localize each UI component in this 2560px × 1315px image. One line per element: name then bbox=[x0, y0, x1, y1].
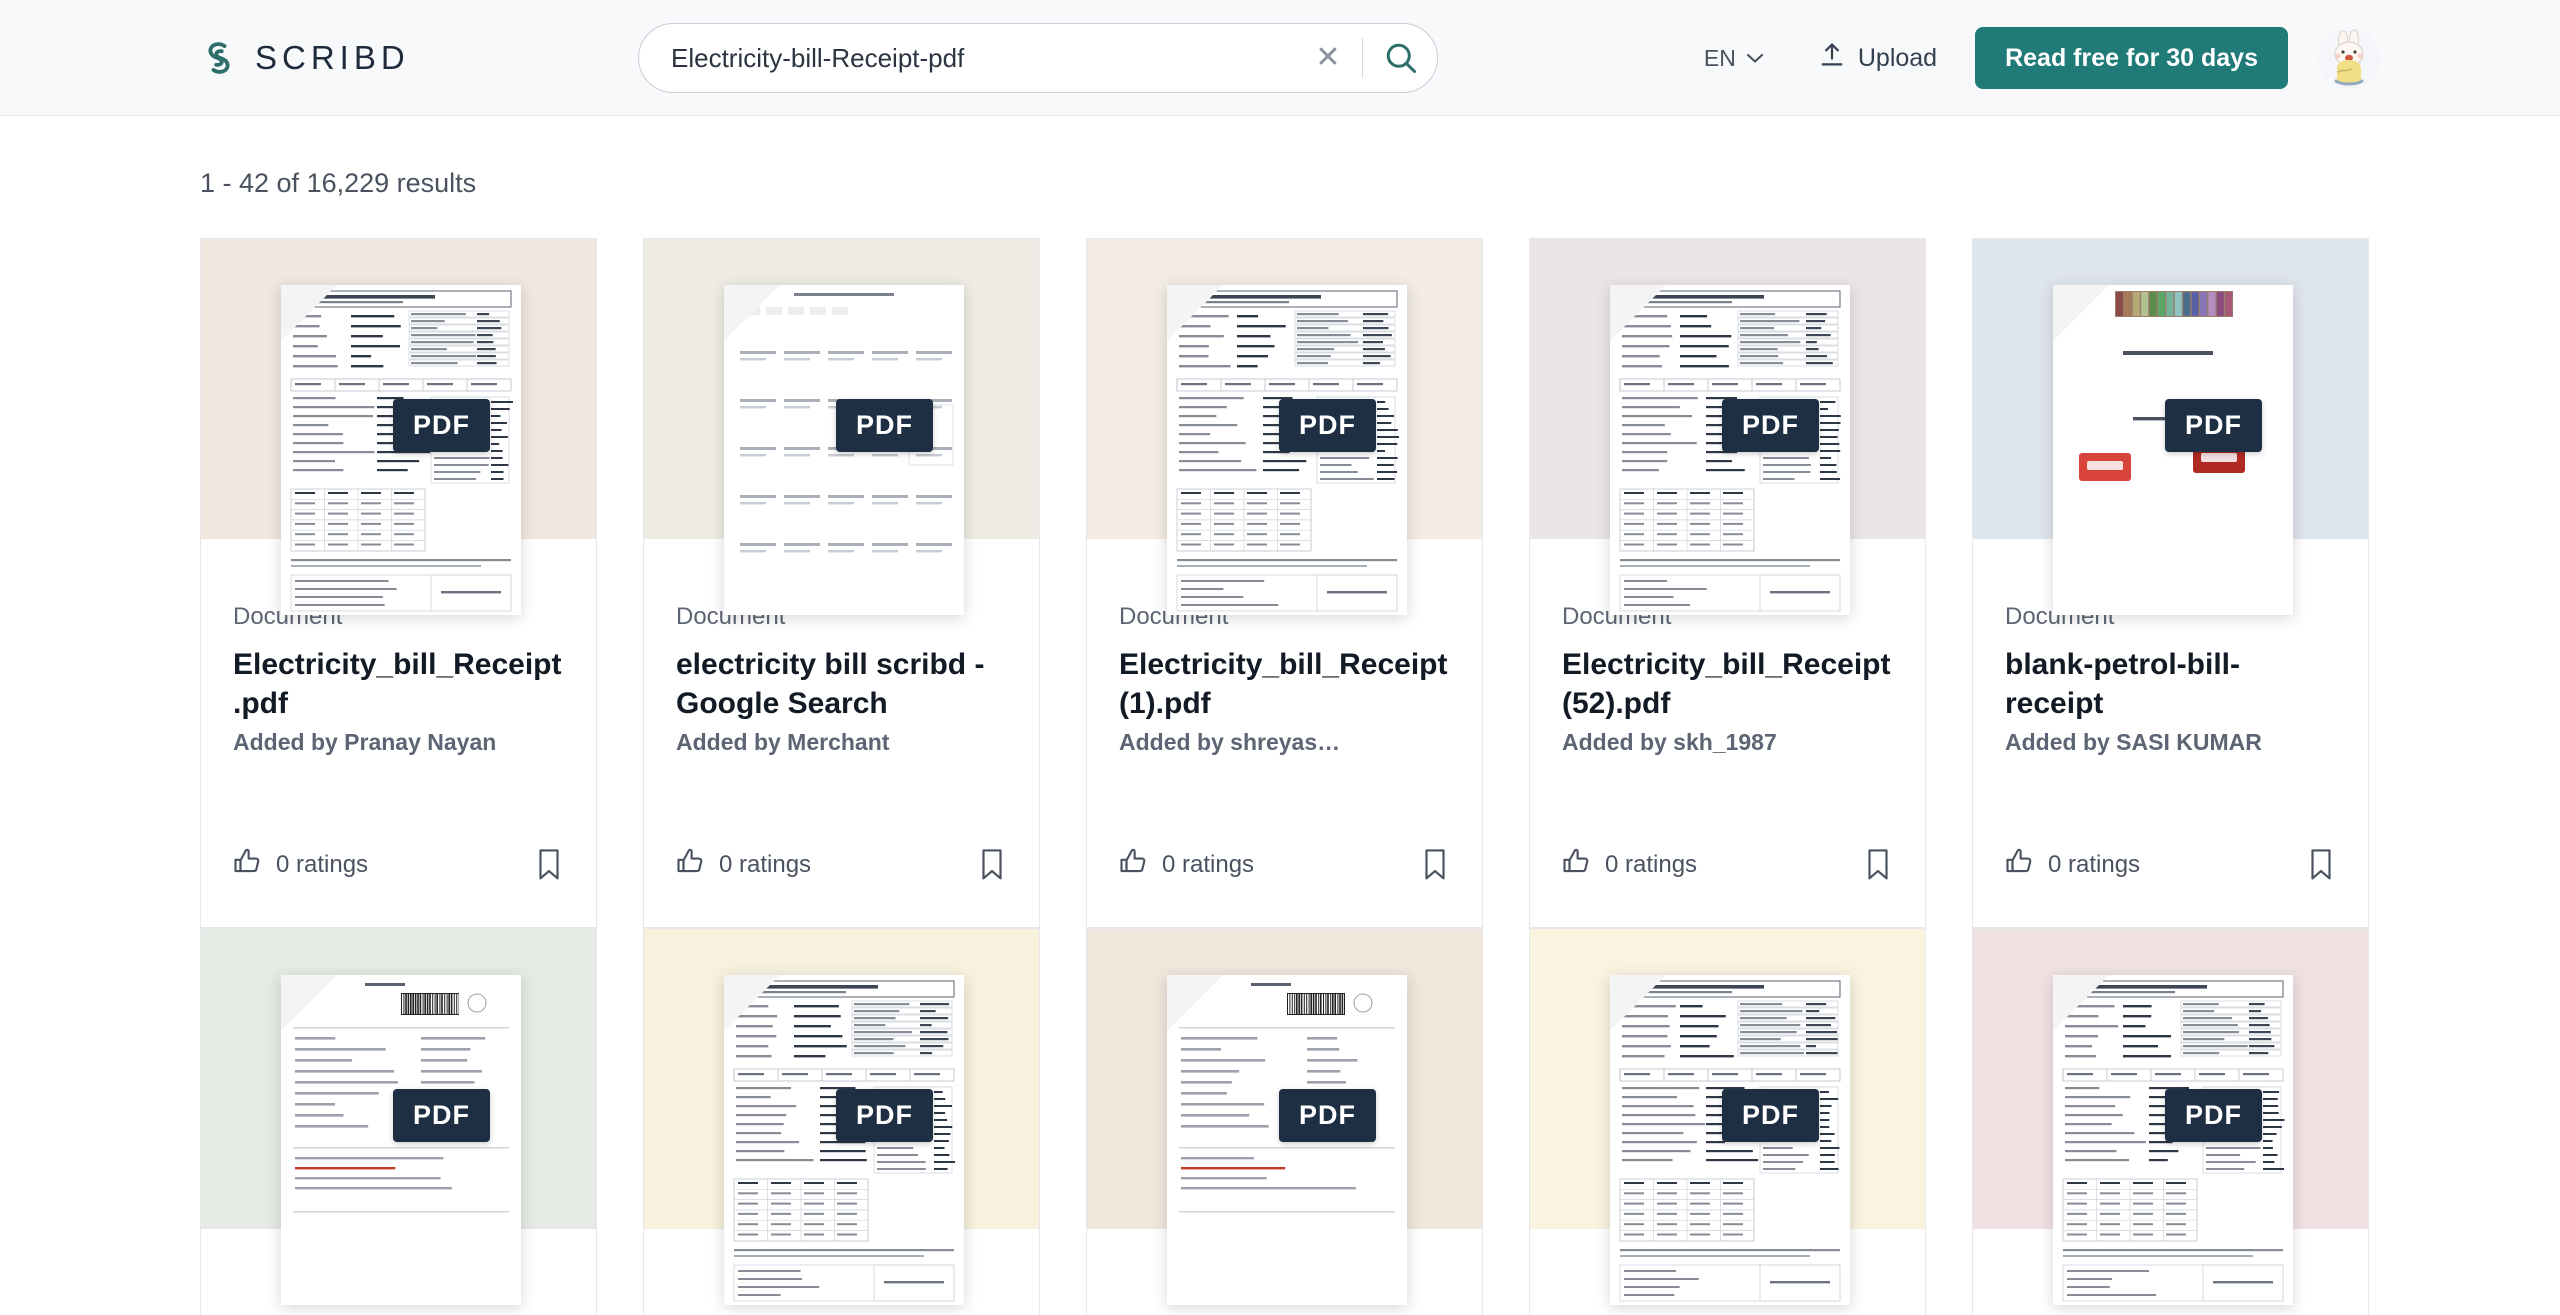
pdf-format-badge: PDF bbox=[1279, 1089, 1376, 1142]
bookmark-icon[interactable] bbox=[1863, 848, 1893, 882]
ratings-count: 0 ratings bbox=[1605, 850, 1698, 878]
result-card[interactable]: PDF bbox=[643, 928, 1040, 1315]
ratings-count: 0 ratings bbox=[2048, 850, 2141, 878]
document-thumbnail[interactable]: PDF bbox=[644, 929, 1039, 1305]
page-fold-corner bbox=[281, 975, 337, 1031]
pdf-format-badge: PDF bbox=[1279, 399, 1376, 452]
ratings-count: 0 ratings bbox=[276, 850, 369, 878]
pdf-format-badge: PDF bbox=[2165, 399, 2262, 452]
ratings-count: 0 ratings bbox=[719, 850, 812, 878]
document-thumbnail[interactable]: PDF bbox=[644, 239, 1039, 615]
close-icon[interactable]: ✕ bbox=[1306, 36, 1350, 80]
scribd-logo[interactable]: SCRIBD bbox=[197, 36, 410, 80]
pdf-format-badge: PDF bbox=[1722, 1089, 1819, 1142]
search-bar[interactable]: ✕ bbox=[638, 23, 1438, 93]
card-footer: 0 ratings bbox=[1119, 846, 1450, 927]
page-fold-corner bbox=[2053, 285, 2109, 341]
result-card[interactable]: PDF bbox=[1972, 928, 2369, 1315]
pdf-format-badge: PDF bbox=[836, 399, 933, 452]
document-author: Added by Pranay Nayan bbox=[233, 729, 497, 755]
document-thumbnail[interactable]: PDF bbox=[201, 239, 596, 615]
ratings-control[interactable]: 0 ratings bbox=[676, 846, 811, 883]
document-thumbnail[interactable]: PDF bbox=[1973, 239, 2368, 615]
scribd-s-icon bbox=[197, 36, 241, 80]
page-fold-corner bbox=[1610, 975, 1666, 1031]
search-divider bbox=[1362, 38, 1363, 78]
document-thumbnail[interactable]: PDF bbox=[1530, 929, 1925, 1305]
document-author: Added by skh_1987 bbox=[1562, 729, 1777, 755]
bookmark-icon[interactable] bbox=[534, 848, 564, 882]
result-card[interactable]: PDF bbox=[1086, 928, 1483, 1315]
results-count: 1 - 42 of 16,229 results bbox=[200, 168, 477, 198]
language-label: EN bbox=[1703, 44, 1736, 71]
upload-label: Upload bbox=[1857, 43, 1938, 72]
result-card[interactable]: PDF Document Electricity_bill_Receipt (1).… bbox=[1086, 238, 1483, 928]
avatar[interactable] bbox=[2318, 27, 2380, 89]
pdf-format-badge: PDF bbox=[1722, 399, 1819, 452]
pdf-format-badge: PDF bbox=[393, 399, 490, 452]
document-thumbnail[interactable]: PDF bbox=[1087, 239, 1482, 615]
results-grid: PDF Document Electricity_bill_Receipt.pdf A… bbox=[0, 199, 2560, 1315]
bookmark-icon[interactable] bbox=[977, 848, 1007, 882]
thumbs-up-icon bbox=[1119, 846, 1149, 883]
document-title[interactable]: blank-petrol-bill-receipt bbox=[2005, 645, 2336, 723]
ratings-control[interactable]: 0 ratings bbox=[233, 846, 368, 883]
document-title[interactable]: electricity bill scribd - Google Search bbox=[676, 645, 1007, 723]
search-input[interactable] bbox=[669, 41, 1306, 75]
page-fold-corner bbox=[281, 285, 337, 341]
document-title[interactable]: Electricity_bill_Receipt (52).pdf bbox=[1562, 645, 1893, 723]
document-title[interactable]: Electricity_bill_Receipt.pdf bbox=[233, 645, 564, 723]
bookmark-icon[interactable] bbox=[2306, 848, 2336, 882]
result-card[interactable]: PDF Document Electricity_bill_Receipt.pdf A… bbox=[200, 238, 597, 928]
header-actions: EN Upload Read free for 30 days bbox=[1704, 0, 2380, 116]
ratings-control[interactable]: 0 ratings bbox=[2005, 846, 2140, 883]
read-free-cta-button[interactable]: Read free for 30 days bbox=[1975, 27, 2288, 89]
thumbs-up-icon bbox=[233, 846, 263, 883]
ratings-count: 0 ratings bbox=[1162, 850, 1255, 878]
chevron-down-icon bbox=[1746, 52, 1764, 64]
language-selector[interactable]: EN bbox=[1704, 45, 1764, 72]
scribd-logo-text: SCRIBD bbox=[255, 38, 410, 76]
pdf-format-badge: PDF bbox=[393, 1089, 490, 1142]
page-fold-corner bbox=[1167, 285, 1223, 341]
page-fold-corner bbox=[1610, 285, 1666, 341]
page-fold-corner bbox=[724, 285, 780, 341]
document-thumbnail[interactable]: PDF bbox=[201, 929, 596, 1305]
bookmark-icon[interactable] bbox=[1420, 848, 1450, 882]
thumbs-up-icon bbox=[2005, 846, 2035, 883]
page-fold-corner bbox=[724, 975, 780, 1031]
site-header: SCRIBD ✕ EN bbox=[0, 0, 2560, 116]
result-card[interactable]: PDF Document electricity bill scribd - Goo… bbox=[643, 238, 1040, 928]
document-author: Added by Merchant bbox=[676, 729, 890, 755]
card-footer: 0 ratings bbox=[676, 846, 1007, 927]
card-footer: 0 ratings bbox=[2005, 846, 2336, 927]
pdf-format-badge: PDF bbox=[2165, 1089, 2262, 1142]
thumbs-up-icon bbox=[676, 846, 706, 883]
result-card[interactable]: PDF Document blank-petrol-bill-receipt Adde… bbox=[1972, 238, 2369, 928]
page-fold-corner bbox=[2053, 975, 2109, 1031]
ratings-control[interactable]: 0 ratings bbox=[1562, 846, 1697, 883]
result-card[interactable]: PDF Document Electricity_bill_Receipt (52)… bbox=[1529, 238, 1926, 928]
document-title[interactable]: Electricity_bill_Receipt (1).pdf bbox=[1119, 645, 1450, 723]
result-card[interactable]: PDF bbox=[200, 928, 597, 1315]
document-thumbnail[interactable]: PDF bbox=[1973, 929, 2368, 1305]
search-icon[interactable] bbox=[1375, 32, 1427, 84]
thumbs-up-icon bbox=[1562, 846, 1592, 883]
pdf-format-badge: PDF bbox=[836, 1089, 933, 1142]
document-author: Added by shreyas… bbox=[1119, 729, 1341, 755]
card-footer: 0 ratings bbox=[233, 846, 564, 927]
document-author: Added by SASI KUMAR bbox=[2005, 729, 2262, 755]
ratings-control[interactable]: 0 ratings bbox=[1119, 846, 1254, 883]
page-fold-corner bbox=[1167, 975, 1223, 1031]
document-thumbnail[interactable]: PDF bbox=[1530, 239, 1925, 615]
document-thumbnail[interactable]: PDF bbox=[1087, 929, 1482, 1305]
result-card[interactable]: PDF bbox=[1529, 928, 1926, 1315]
card-footer: 0 ratings bbox=[1562, 846, 1893, 927]
upload-icon bbox=[1818, 41, 1846, 76]
upload-button[interactable]: Upload bbox=[1818, 41, 1937, 76]
